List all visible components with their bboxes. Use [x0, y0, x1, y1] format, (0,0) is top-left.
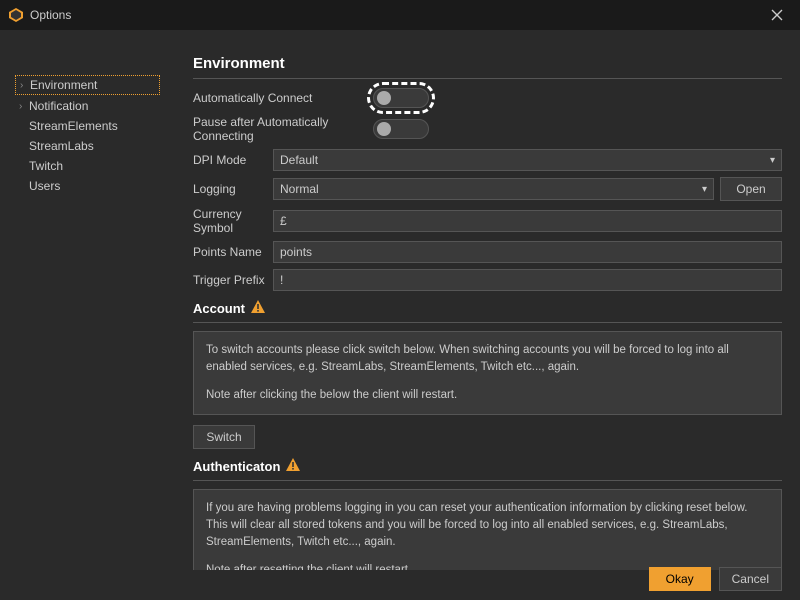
- sidebar-item-twitch[interactable]: Twitch: [15, 157, 160, 175]
- sidebar-item-streamlabs[interactable]: StreamLabs: [15, 137, 160, 155]
- points-name-input[interactable]: points: [273, 241, 782, 263]
- okay-button[interactable]: Okay: [649, 567, 711, 591]
- warning-icon: [250, 299, 266, 318]
- titlebar: Options: [0, 0, 800, 30]
- open-log-button[interactable]: Open: [720, 177, 782, 201]
- account-info: To switch accounts please click switch b…: [193, 331, 782, 415]
- logging-label: Logging: [193, 182, 273, 196]
- warning-icon: [285, 457, 301, 476]
- sidebar-item-label: Twitch: [29, 159, 63, 173]
- chevron-right-icon: ›: [19, 101, 29, 112]
- authentication-info: If you are having problems logging in yo…: [193, 489, 782, 570]
- pause-after-label: Pause after Automatically Connecting: [193, 115, 373, 143]
- dialog-footer: Okay Cancel: [0, 570, 800, 600]
- authentication-heading: Authenticaton: [193, 457, 782, 476]
- trigger-prefix-input[interactable]: !: [273, 269, 782, 291]
- dpi-mode-label: DPI Mode: [193, 153, 273, 167]
- main-panel: Environment Automatically Connect Pause …: [175, 30, 800, 570]
- auto-connect-label: Automatically Connect: [193, 91, 373, 105]
- sidebar-item-label: Notification: [29, 99, 88, 113]
- divider: [193, 78, 782, 79]
- sidebar-item-label: Users: [29, 179, 60, 193]
- account-heading: Account: [193, 299, 782, 318]
- sidebar-item-label: Environment: [30, 78, 97, 92]
- currency-symbol-input[interactable]: £: [273, 210, 782, 232]
- sidebar-item-label: StreamLabs: [29, 139, 94, 153]
- window-title: Options: [30, 8, 762, 22]
- auto-connect-toggle[interactable]: [373, 88, 429, 108]
- points-name-label: Points Name: [193, 245, 273, 259]
- divider: [193, 480, 782, 481]
- sidebar-item-environment[interactable]: ›Environment: [15, 75, 160, 95]
- page-heading: Environment: [193, 55, 782, 72]
- trigger-prefix-label: Trigger Prefix: [193, 273, 273, 287]
- currency-symbol-label: Currency Symbol: [193, 207, 273, 235]
- sidebar-item-streamelements[interactable]: StreamElements: [15, 117, 160, 135]
- switch-account-button[interactable]: Switch: [193, 425, 255, 449]
- sidebar-item-notification[interactable]: ›Notification: [15, 97, 160, 115]
- cancel-button[interactable]: Cancel: [719, 567, 782, 591]
- sidebar-item-label: StreamElements: [29, 119, 118, 133]
- sidebar: ›Environment ›Notification StreamElement…: [0, 30, 175, 570]
- close-button[interactable]: [762, 0, 792, 30]
- pause-after-toggle[interactable]: [373, 119, 429, 139]
- app-icon: [8, 7, 24, 23]
- logging-select[interactable]: Normal: [273, 178, 714, 200]
- chevron-right-icon: ›: [20, 80, 30, 91]
- sidebar-item-users[interactable]: Users: [15, 177, 160, 195]
- divider: [193, 322, 782, 323]
- dpi-mode-select[interactable]: Default: [273, 149, 782, 171]
